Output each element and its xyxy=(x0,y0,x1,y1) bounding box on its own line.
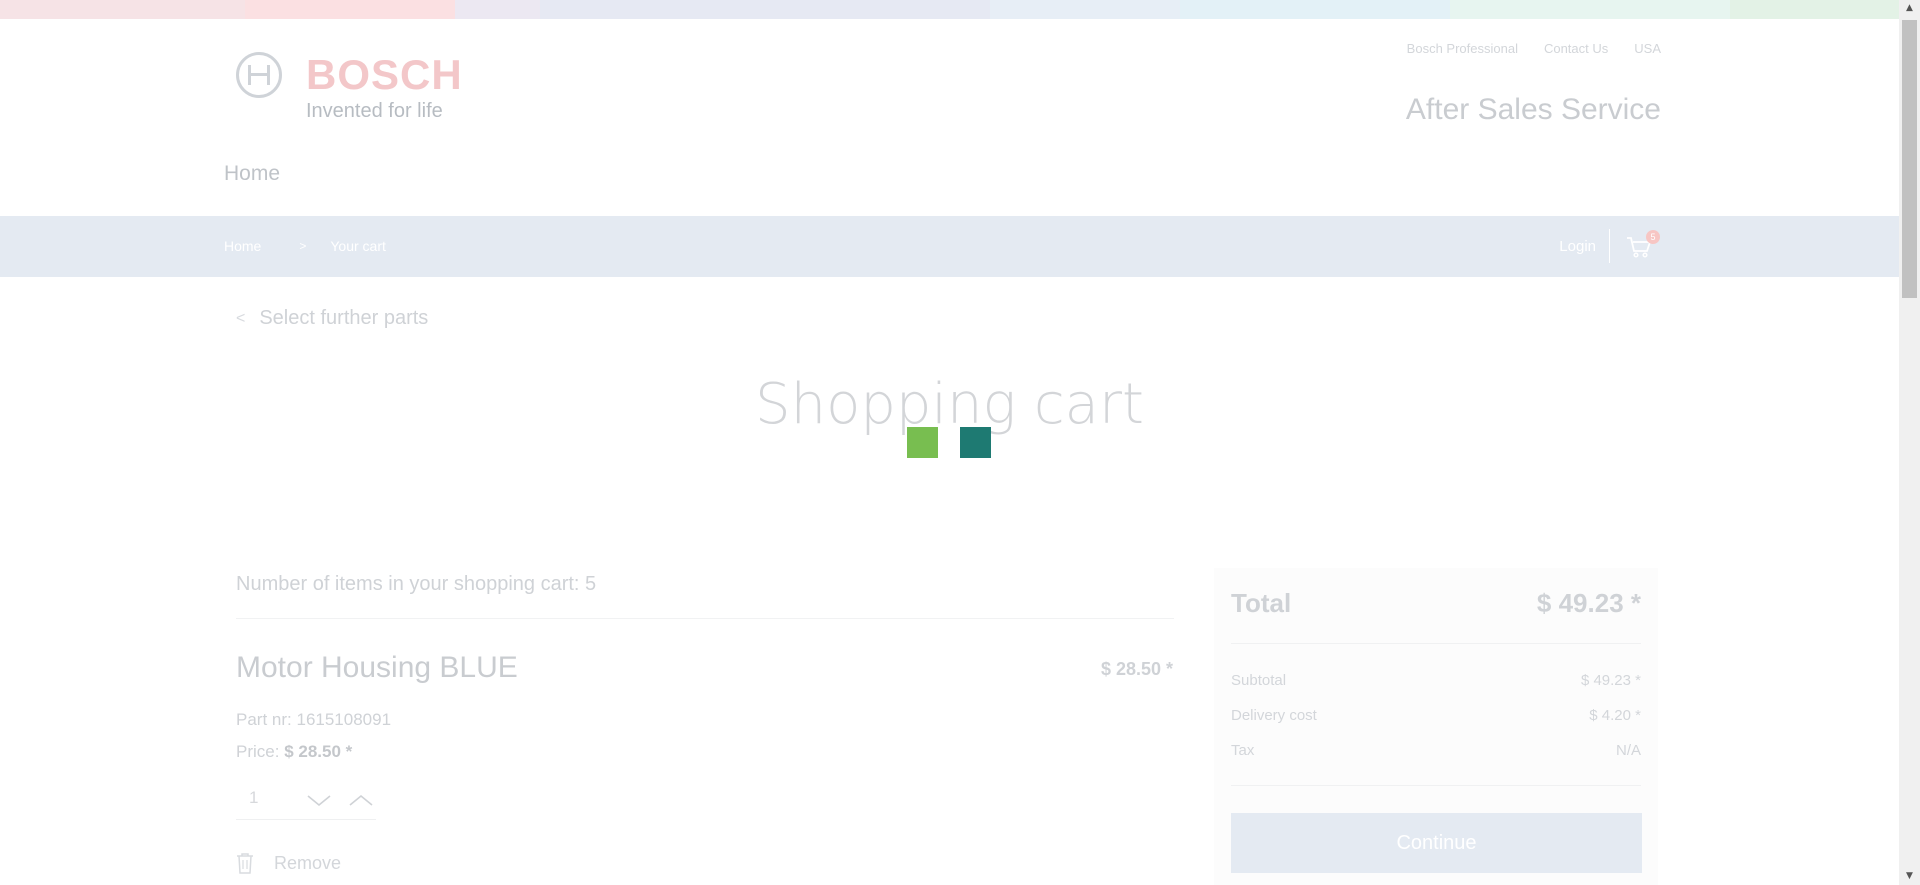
total-value: $ 49.23 * xyxy=(1536,588,1641,618)
trash-icon xyxy=(237,853,253,874)
loader-square-green xyxy=(907,427,938,458)
chevron-up-icon[interactable] xyxy=(348,787,374,813)
unit-price: Price: $ 28.50 * xyxy=(236,742,352,762)
subtotal-value: $ 49.23 * xyxy=(1580,672,1641,689)
total-label: Total xyxy=(1231,588,1292,618)
meta-nav: Bosch Professional Contact Us USA xyxy=(1407,41,1661,56)
bosch-logo[interactable]: BOSCH Invented for life xyxy=(236,52,462,124)
loading-indicator xyxy=(907,427,991,458)
delivery-row: Delivery cost $ 4.20 * xyxy=(1231,707,1641,724)
continue-button[interactable]: Continue xyxy=(1231,813,1642,873)
divider xyxy=(1231,643,1641,644)
back-link-label: Select further parts xyxy=(259,307,429,329)
main-nav-home[interactable]: Home xyxy=(224,162,280,186)
loader-square-teal xyxy=(960,427,991,458)
meta-link-contact-us[interactable]: Contact Us xyxy=(1544,41,1608,56)
vertical-scrollbar[interactable]: ▲ ▼ xyxy=(1899,0,1920,885)
product-name[interactable]: Motor Housing BLUE xyxy=(236,651,518,685)
meta-link-bosch-professional[interactable]: Bosch Professional xyxy=(1407,41,1518,56)
quantity-input[interactable]: 1 xyxy=(249,788,258,808)
scroll-down-arrow-icon[interactable]: ▼ xyxy=(1899,868,1920,885)
delivery-label: Delivery cost xyxy=(1231,707,1317,724)
divider xyxy=(1609,229,1610,263)
breadcrumb-separator-icon: > xyxy=(299,239,307,253)
part-number-value: 1615108091 xyxy=(296,710,392,729)
brand-title: After Sales Service xyxy=(1405,93,1661,126)
cart-count-badge: 5 xyxy=(1646,230,1660,244)
divider xyxy=(236,618,1174,619)
breadcrumb: Home > Your cart xyxy=(224,238,386,254)
delivery-value: $ 4.20 * xyxy=(1589,707,1641,724)
remove-item-button[interactable]: Remove xyxy=(236,852,341,874)
breadcrumb-home[interactable]: Home xyxy=(224,238,261,254)
tax-label: Tax xyxy=(1231,742,1255,759)
logo-wordmark: BOSCH xyxy=(306,51,463,98)
chevron-left-icon: < xyxy=(236,309,246,327)
part-number-label: Part nr: xyxy=(236,710,292,729)
chevron-down-icon[interactable] xyxy=(306,787,332,813)
subtotal-row: Subtotal $ 49.23 * xyxy=(1231,672,1641,689)
select-further-parts-link[interactable]: < Select further parts xyxy=(236,307,428,330)
breadcrumb-bar: Home > Your cart Login 5 xyxy=(0,216,1899,277)
unit-price-value: $ 28.50 * xyxy=(284,742,353,761)
logo-tagline: Invented for life xyxy=(306,100,443,122)
quantity-stepper[interactable]: 1 xyxy=(236,781,376,820)
breadcrumb-current: Your cart xyxy=(330,238,386,254)
divider xyxy=(1231,785,1641,786)
part-number: Part nr: 1615108091 xyxy=(236,710,391,730)
tax-value: N/A xyxy=(1615,742,1641,759)
scroll-up-arrow-icon[interactable]: ▲ xyxy=(1899,0,1920,17)
page: BOSCH Invented for life Bosch Profession… xyxy=(0,0,1899,885)
subtotal-label: Subtotal xyxy=(1231,672,1287,689)
unit-price-label: Price: xyxy=(236,742,280,761)
order-summary: Total $ 49.23 * Subtotal $ 49.23 * Deliv… xyxy=(1214,568,1658,885)
meta-link-country[interactable]: USA xyxy=(1634,41,1661,56)
cart-items-count: Number of items in your shopping cart: 5 xyxy=(236,573,597,595)
tax-row: Tax N/A xyxy=(1231,742,1641,759)
top-color-strip xyxy=(0,0,1899,19)
bosch-armature-icon xyxy=(236,52,282,98)
login-link[interactable]: Login xyxy=(1559,238,1596,255)
scrollbar-thumb[interactable] xyxy=(1902,20,1917,298)
product-line-price: $ 28.50 * xyxy=(1100,659,1173,679)
remove-label: Remove xyxy=(274,852,342,873)
